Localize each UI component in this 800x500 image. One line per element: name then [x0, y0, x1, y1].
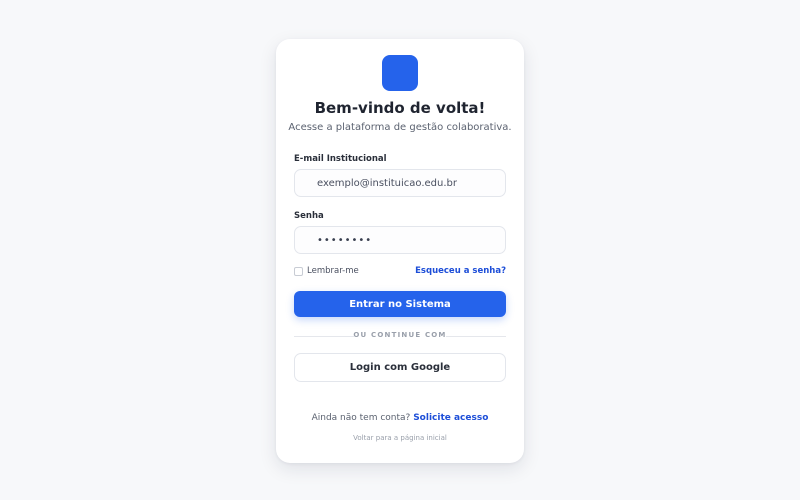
password-field[interactable] [294, 226, 506, 254]
remember-me-checkbox[interactable] [294, 266, 303, 276]
email-label: E-mail Institucional [294, 154, 387, 164]
password-label: Senha [294, 211, 324, 221]
app-logo-icon [382, 55, 418, 91]
page-title: Bem-vindo de volta! [314, 99, 486, 117]
login-card: Bem-vindo de volta! Acesse a plataforma … [276, 39, 524, 463]
divider-line-right [446, 336, 506, 337]
remember-me-option[interactable]: Lembrar-me [294, 266, 359, 276]
or-divider: OU CONTINUE COM [294, 331, 506, 341]
request-access-link[interactable]: Solicite acesso [413, 413, 488, 423]
no-account-text: Ainda não tem conta? [311, 413, 411, 423]
signup-prompt: Ainda não tem conta? Solicite acesso [276, 413, 524, 423]
divider-label: OU CONTINUE COM [353, 331, 447, 339]
forgot-password-link[interactable]: Esqueceu a senha? [415, 266, 506, 276]
login-button[interactable]: Entrar no Sistema [294, 291, 506, 317]
page-subtitle: Acesse a plataforma de gestão colaborati… [288, 122, 512, 133]
back-home-link[interactable]: Voltar para a página inicial [276, 434, 524, 442]
remember-me-label: Lembrar-me [307, 266, 359, 276]
email-field[interactable] [294, 169, 506, 197]
google-login-button[interactable]: Login com Google [294, 353, 506, 382]
